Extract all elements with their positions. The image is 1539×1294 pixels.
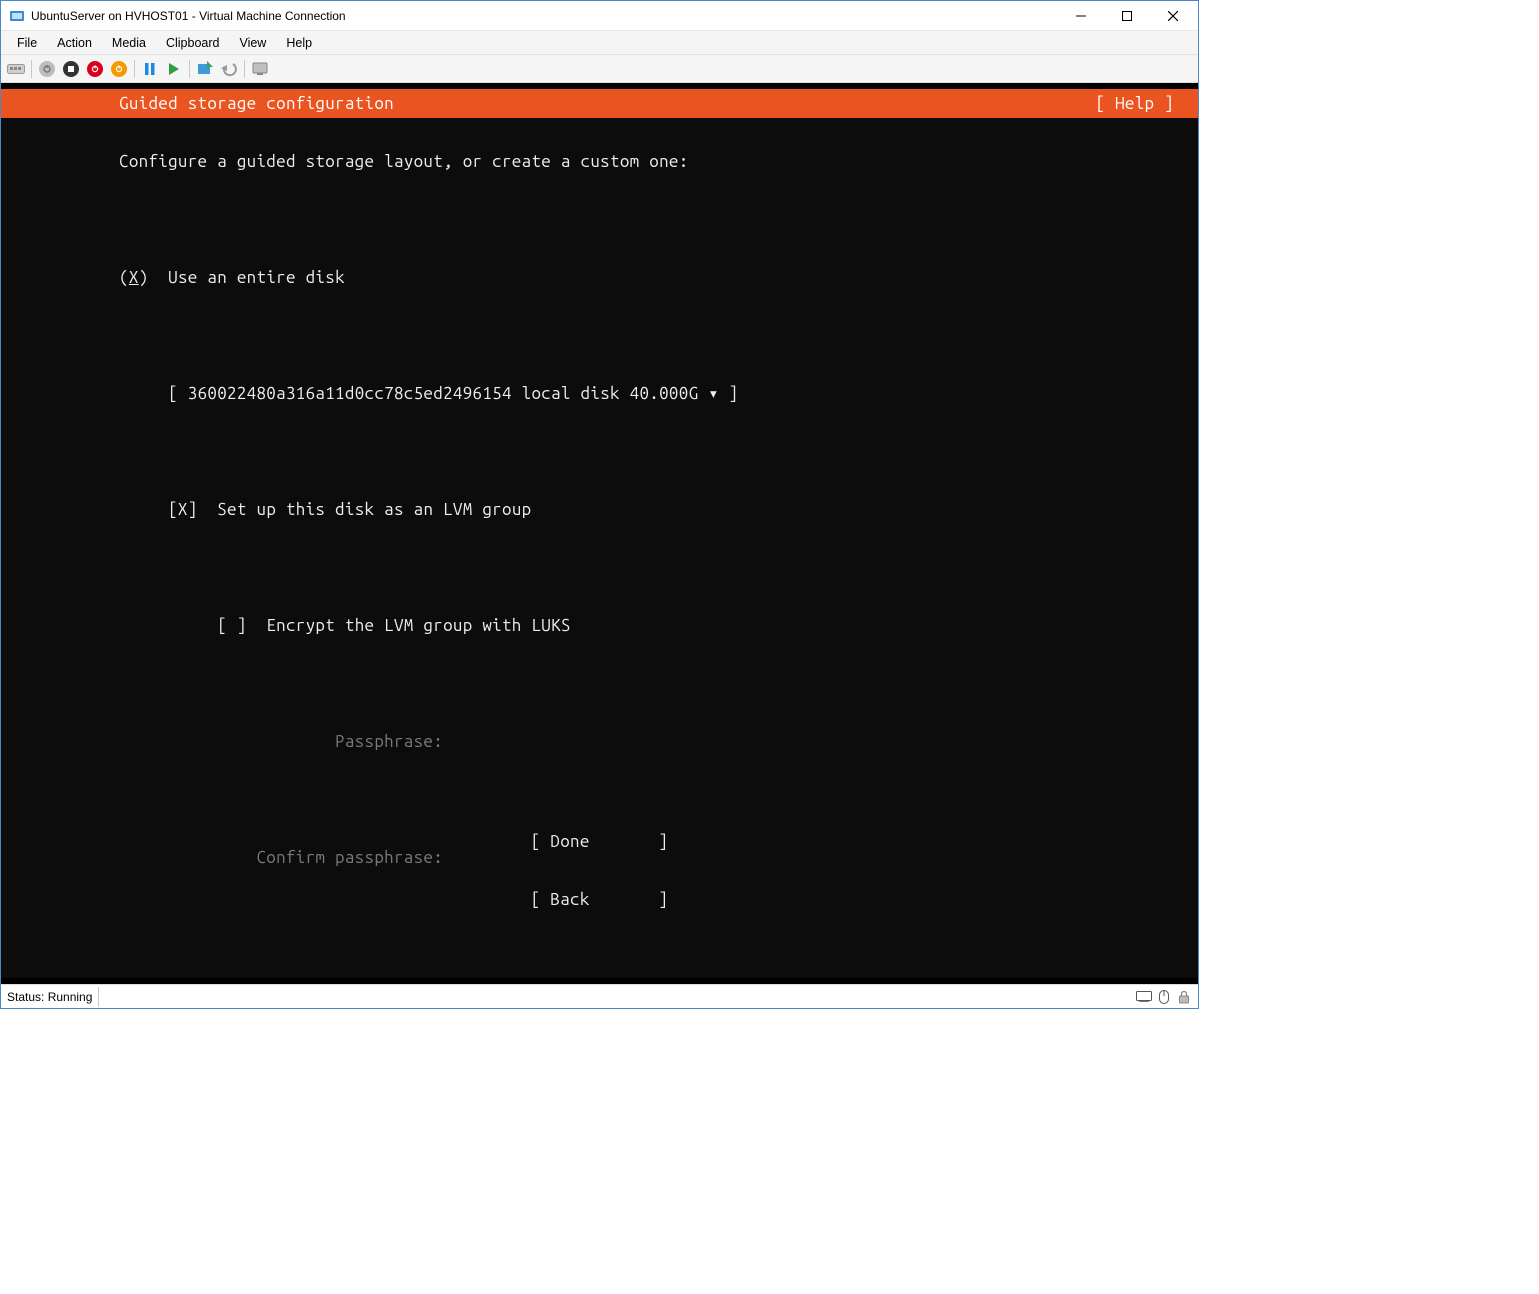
status-text: Status: Running <box>7 990 92 1004</box>
vm-display[interactable]: Guided storage configuration [ Help ] Co… <box>1 83 1198 984</box>
start-icon[interactable] <box>36 58 58 80</box>
statusbar: Status: Running <box>1 984 1198 1008</box>
turnoff-icon[interactable] <box>60 58 82 80</box>
installer-footer: [ Done ] [ Back ] <box>1 798 1198 972</box>
menu-media[interactable]: Media <box>102 34 156 52</box>
prompt-text: Configure a guided storage layout, or cr… <box>119 147 1198 176</box>
installer-title: Guided storage configuration <box>119 89 1095 118</box>
menu-view[interactable]: View <box>229 34 276 52</box>
reset-icon[interactable] <box>163 58 185 80</box>
window-controls <box>1058 2 1196 30</box>
app-window: UbuntuServer on HVHOST01 - Virtual Machi… <box>0 0 1199 1009</box>
lock-icon <box>1176 989 1192 1005</box>
save-icon[interactable] <box>108 58 130 80</box>
installer-header: Guided storage configuration [ Help ] <box>1 89 1198 118</box>
menu-action[interactable]: Action <box>47 34 102 52</box>
status-icons <box>1136 989 1192 1005</box>
window-title: UbuntuServer on HVHOST01 - Virtual Machi… <box>31 9 1058 23</box>
toolbar-separator <box>134 60 135 78</box>
option-entire-disk[interactable]: (X) Use an entire disk <box>119 263 1198 292</box>
toolbar <box>1 55 1198 83</box>
app-icon <box>9 8 25 24</box>
menu-help[interactable]: Help <box>276 34 322 52</box>
back-button[interactable]: [ Back ] <box>1 885 1198 914</box>
mouse-icon <box>1156 989 1172 1005</box>
done-button[interactable]: [ Done ] <box>1 827 1198 856</box>
passphrase-label: Passphrase: <box>119 727 1198 756</box>
enhanced-session-icon[interactable] <box>249 58 271 80</box>
menubar: File Action Media Clipboard View Help <box>1 31 1198 55</box>
keyboard-icon <box>1136 989 1152 1005</box>
disk-selector[interactable]: [ 360022480a316a11d0cc78c5ed2496154 loca… <box>119 379 1198 408</box>
ubuntu-installer-screen: Guided storage configuration [ Help ] Co… <box>1 89 1198 978</box>
option-lvm[interactable]: [X] Set up this disk as an LVM group <box>119 495 1198 524</box>
maximize-button[interactable] <box>1104 2 1150 30</box>
toolbar-separator <box>31 60 32 78</box>
menu-clipboard[interactable]: Clipboard <box>156 34 230 52</box>
statusbar-separator <box>98 987 99 1007</box>
menu-file[interactable]: File <box>7 34 47 52</box>
option-luks[interactable]: [ ] Encrypt the LVM group with LUKS <box>119 611 1198 640</box>
pause-icon[interactable] <box>139 58 161 80</box>
toolbar-separator <box>244 60 245 78</box>
close-button[interactable] <box>1150 2 1196 30</box>
checkpoint-icon[interactable] <box>194 58 216 80</box>
titlebar: UbuntuServer on HVHOST01 - Virtual Machi… <box>1 1 1198 31</box>
help-button[interactable]: [ Help ] <box>1095 89 1174 118</box>
shutdown-icon[interactable] <box>84 58 106 80</box>
toolbar-separator <box>189 60 190 78</box>
minimize-button[interactable] <box>1058 2 1104 30</box>
revert-icon[interactable] <box>218 58 240 80</box>
ctrl-alt-del-icon[interactable] <box>5 58 27 80</box>
